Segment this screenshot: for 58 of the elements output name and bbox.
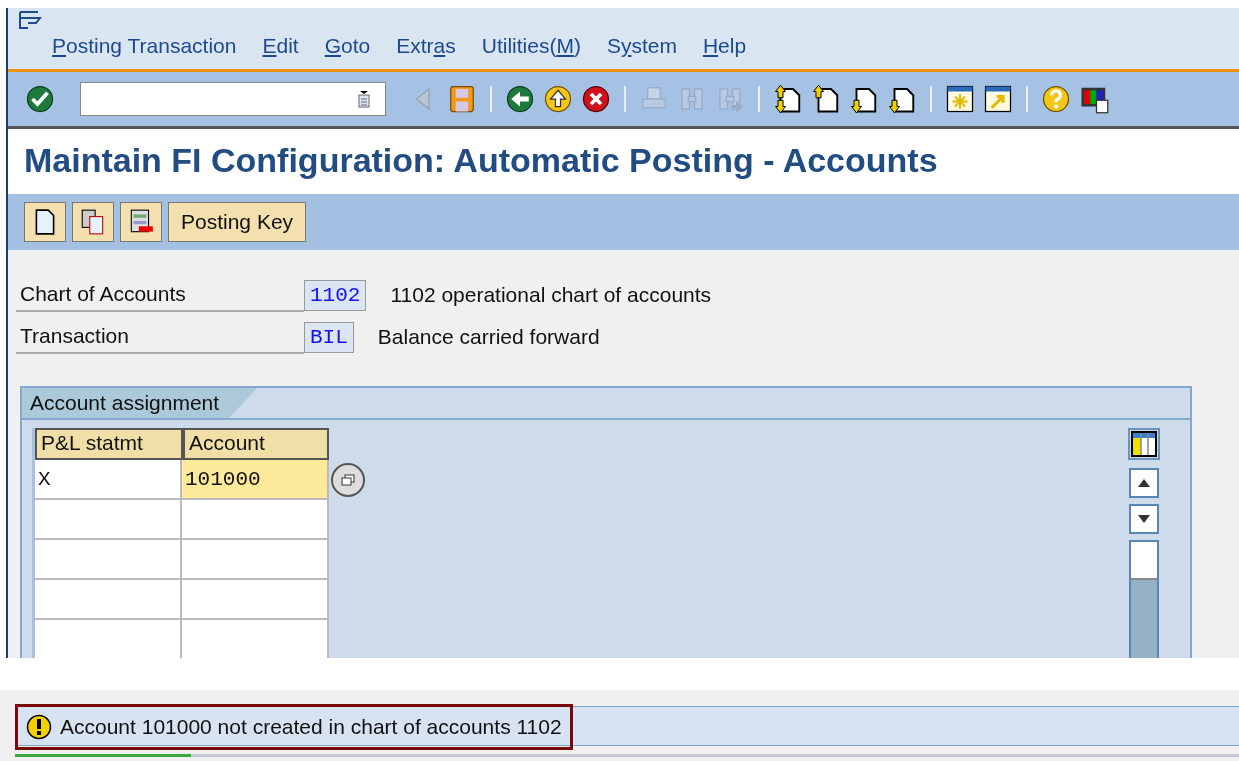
shortcut-button[interactable] (982, 83, 1014, 115)
table-cell[interactable]: 101000 (182, 460, 329, 500)
table-cell[interactable] (35, 500, 182, 540)
scroll-down-button[interactable] (1129, 504, 1159, 534)
arrow-left-icon (505, 84, 535, 114)
dropdown-list-icon[interactable] (357, 90, 371, 108)
menu-icon[interactable] (18, 10, 42, 30)
arrow-up-icon (543, 84, 573, 114)
first-page-icon (773, 84, 803, 114)
table-cell[interactable] (182, 620, 329, 658)
copy-button[interactable] (72, 202, 114, 242)
field-label: Chart of Accounts (16, 278, 304, 312)
menu-item[interactable]: Help (692, 34, 757, 58)
menu-item[interactable]: System (596, 34, 687, 58)
scroll-up-button[interactable] (1129, 468, 1159, 498)
x-icon (581, 84, 611, 114)
table-cell[interactable] (35, 540, 182, 580)
column-settings-button[interactable] (1128, 428, 1160, 460)
help-button[interactable] (1040, 83, 1072, 115)
exit-button[interactable] (542, 83, 574, 115)
copy-icon (80, 208, 106, 236)
previous-page-icon (811, 84, 841, 114)
posting-key-button[interactable]: Posting Key (168, 202, 307, 242)
field-label: Transaction (16, 320, 304, 354)
windows-icon (341, 474, 355, 486)
menu-item[interactable]: Posting Transaction (42, 34, 247, 58)
table-cell[interactable] (182, 500, 329, 540)
table-cell[interactable] (35, 580, 182, 620)
column-header[interactable]: P&L statmt (35, 428, 183, 460)
column-header[interactable]: Account (183, 428, 329, 460)
command-field[interactable] (80, 82, 386, 116)
field-description: 1102 operational chart of accounts (390, 283, 712, 307)
cancel-button[interactable] (580, 83, 612, 115)
triangle-up-icon (1138, 479, 1150, 487)
table-cell[interactable] (182, 540, 329, 580)
help-icon (1041, 84, 1071, 114)
status-message: Account 101000 not created in chart of accounts 1102 (60, 715, 562, 739)
enter-button[interactable] (24, 83, 56, 115)
value-help-button[interactable] (331, 463, 365, 497)
input-field[interactable]: BIL (304, 321, 354, 353)
input-field[interactable]: 1102 (304, 279, 367, 311)
new-session-button[interactable] (944, 83, 976, 115)
menu-item[interactable]: Goto (314, 34, 381, 58)
scrollbar-thumb[interactable] (1131, 542, 1157, 580)
field-description: Balance carried forward (377, 325, 600, 349)
check-icon (25, 84, 55, 114)
table-cell[interactable]: X (35, 460, 182, 500)
table-cell[interactable] (182, 580, 329, 620)
table-cell[interactable] (35, 620, 182, 658)
triangle-down-icon (1138, 515, 1150, 523)
menu-item[interactable]: Edit (252, 34, 309, 58)
columns-icon (1131, 431, 1157, 457)
delete-button[interactable] (120, 202, 162, 242)
screen-title: Maintain FI Configuration: Automatic Posting - Accounts (24, 140, 938, 180)
menu-item[interactable]: Utilities(M) (471, 34, 591, 58)
menu-item[interactable]: Extras (386, 34, 466, 58)
back-button[interactable] (504, 83, 536, 115)
new-entry-button[interactable] (24, 202, 66, 242)
